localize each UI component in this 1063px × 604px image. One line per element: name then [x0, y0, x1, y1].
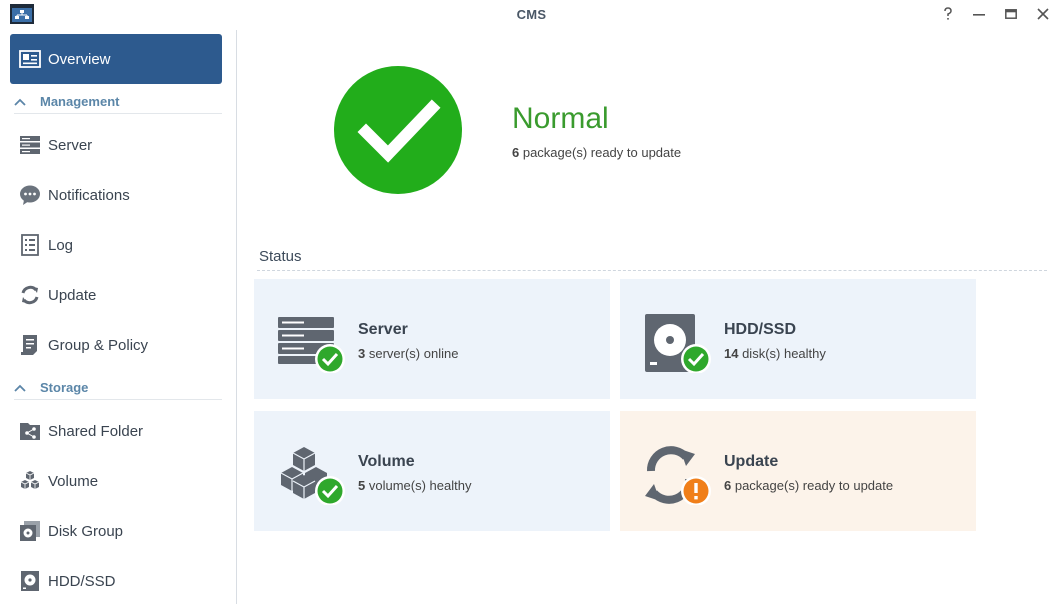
sidebar-item-log[interactable]: Log	[10, 220, 222, 270]
status-card-hdd-ssd[interactable]: HDD/SSD 14 disk(s) healthy	[620, 279, 976, 399]
section-storage[interactable]: Storage	[14, 376, 222, 400]
status-section-heading: Status	[259, 248, 302, 265]
window-title: CMS	[516, 7, 547, 22]
card-text: volume(s) healthy	[365, 478, 472, 493]
overview-icon	[18, 47, 42, 71]
sidebar-item-group-policy[interactable]: Group & Policy	[10, 320, 222, 370]
chevron-up-icon	[14, 381, 28, 395]
server-ok-icon	[278, 317, 345, 373]
card-text: server(s) online	[365, 346, 459, 361]
sidebar-item-notifications[interactable]: Notifications	[10, 170, 222, 220]
sidebar-item-label: Notifications	[48, 186, 130, 204]
sidebar-item-server[interactable]: Server	[10, 120, 222, 170]
card-title: Volume	[358, 453, 415, 470]
card-title: Server	[358, 321, 408, 338]
card-subtitle: 6 package(s) ready to update	[724, 478, 893, 493]
status-divider	[257, 270, 1047, 271]
help-icon	[944, 7, 952, 20]
minimize-button[interactable]	[967, 3, 991, 25]
sidebar-item-shared-folder[interactable]: Shared Folder	[10, 406, 222, 456]
status-card-server[interactable]: Server 3 server(s) online	[254, 279, 610, 399]
status-card-update[interactable]: Update 6 package(s) ready to update	[620, 411, 976, 531]
section-management[interactable]: Management	[14, 90, 222, 114]
sidebar-item-label: Shared Folder	[48, 422, 144, 440]
title-bar: CMS	[0, 0, 1063, 30]
sidebar-item-label: Server	[48, 136, 93, 154]
maximize-button[interactable]	[999, 3, 1023, 25]
card-text: package(s) ready to update	[731, 478, 894, 493]
server-icon	[18, 133, 42, 157]
sidebar-item-label: Update	[48, 286, 97, 304]
log-list-icon	[18, 233, 42, 257]
close-icon	[1037, 8, 1049, 20]
maximize-icon	[1005, 9, 1017, 19]
sidebar-item-label: Group & Policy	[48, 336, 149, 354]
card-text: disk(s) healthy	[738, 346, 826, 361]
main-panel: Normal 6 package(s) ready to update Stat…	[238, 30, 1063, 604]
package-text: package(s) ready to update	[519, 145, 682, 160]
refresh-icon	[18, 283, 42, 307]
hdd-ok-icon	[645, 314, 711, 373]
sidebar-item-hdd-ssd[interactable]: HDD/SSD	[10, 556, 222, 604]
card-count: 14	[724, 346, 739, 361]
hdd-icon	[18, 569, 42, 593]
section-label: Management	[40, 94, 120, 109]
sidebar-item-volume[interactable]: Volume	[10, 456, 222, 506]
disk-group-icon	[18, 519, 42, 543]
sidebar-item-update[interactable]: Update	[10, 270, 222, 320]
card-subtitle: 3 server(s) online	[358, 346, 458, 361]
volume-ok-icon	[280, 447, 345, 505]
minimize-icon	[973, 14, 985, 16]
sidebar-item-label: HDD/SSD	[48, 572, 116, 590]
overall-status-subtitle: 6 package(s) ready to update	[512, 145, 681, 160]
sidebar: Overview Management Server Notifications…	[0, 30, 237, 604]
card-title: HDD/SSD	[724, 321, 797, 338]
sidebar-item-label: Disk Group	[48, 522, 124, 540]
sidebar-item-label: Log	[48, 236, 74, 254]
sidebar-item-disk-group[interactable]: Disk Group	[10, 506, 222, 556]
close-button[interactable]	[1031, 3, 1055, 25]
status-card-volume[interactable]: Volume 5 volume(s) healthy	[254, 411, 610, 531]
shared-folder-icon	[18, 419, 42, 443]
card-subtitle: 5 volume(s) healthy	[358, 478, 471, 493]
overall-status-title: Normal	[512, 102, 609, 135]
sidebar-item-overview[interactable]: Overview	[10, 34, 222, 84]
help-button[interactable]	[936, 3, 960, 25]
sidebar-item-label: Overview	[48, 50, 111, 68]
section-label: Storage	[40, 380, 89, 395]
chat-bubble-icon	[18, 183, 42, 207]
chevron-up-icon	[14, 95, 28, 109]
card-subtitle: 14 disk(s) healthy	[724, 346, 826, 361]
update-warning-icon	[645, 446, 711, 505]
status-normal-check-icon	[334, 66, 462, 194]
policy-document-icon	[18, 333, 42, 357]
cubes-icon	[18, 469, 42, 493]
card-title: Update	[724, 453, 779, 470]
sidebar-item-label: Volume	[48, 472, 99, 490]
